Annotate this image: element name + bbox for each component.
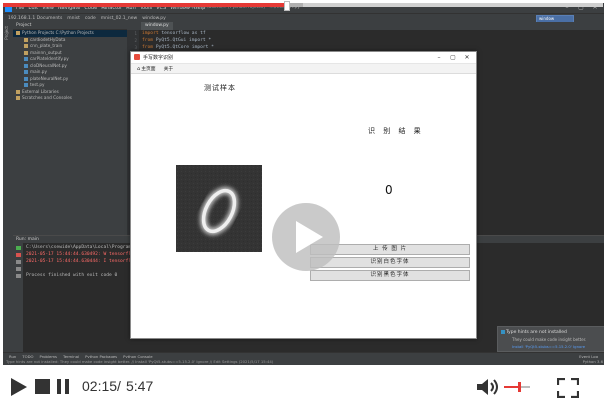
- code-keyword: from: [142, 38, 154, 43]
- code-keyword: import: [142, 31, 159, 36]
- app-title-bar: 手写数字识别 – ▢ ✕: [131, 52, 476, 64]
- folder-icon: [16, 31, 20, 35]
- python-file-icon: [24, 76, 28, 81]
- video-progress-fill: [3, 3, 287, 7]
- tree-item-label: External Libraries: [22, 88, 59, 94]
- folder-icon: [24, 50, 28, 55]
- project-tree: Python Projects C:\Python Projects cardio…: [13, 30, 127, 102]
- tree-item-label: main.py: [30, 69, 47, 74]
- minimize-icon[interactable]: –: [432, 52, 446, 63]
- code-text: tensorflow as tf: [158, 31, 206, 36]
- editor-tab-window-py[interactable]: window.py: [141, 22, 173, 30]
- video-progress-handle[interactable]: [284, 1, 291, 11]
- code-text: PyQt5.QtGui import *: [153, 38, 212, 43]
- pause-icon[interactable]: [57, 379, 69, 394]
- current-time: 02:15: [82, 378, 118, 394]
- breadcrumb-item[interactable]: code: [85, 16, 96, 21]
- project-panel-header[interactable]: Project: [13, 22, 127, 30]
- folder-icon: [16, 89, 20, 94]
- breadcrumb-item[interactable]: 192.168.1.1 Documents: [8, 16, 62, 21]
- play-overlay-icon[interactable]: [296, 221, 323, 253]
- stop-button-icon[interactable]: [35, 379, 50, 394]
- trash-icon[interactable]: [15, 274, 21, 278]
- folder-icon: [16, 96, 20, 100]
- status-bar: Type hints are not installed: They could…: [3, 358, 604, 365]
- time-separator: /: [117, 378, 121, 394]
- python-file-icon: [24, 63, 28, 68]
- tab-about-label: 关于: [163, 67, 174, 72]
- tab-about[interactable]: 关于: [162, 65, 176, 72]
- python-file-icon: [24, 70, 28, 74]
- volume-icon[interactable]: [476, 378, 502, 396]
- folder-icon: [24, 44, 28, 48]
- tree-item-label: test.py: [30, 82, 45, 87]
- maximize-icon[interactable]: ▢: [446, 52, 460, 63]
- tree-item-label: cardiodetHyData: [30, 36, 66, 42]
- status-message: Type hints are not installed: They could…: [6, 359, 274, 364]
- code-line: import tensorflow as tf: [139, 30, 604, 37]
- breadcrumb-item[interactable]: mnist_02.1_new: [101, 16, 137, 21]
- video-player-frame: File Edit View Navigate Code Refactor Ru…: [0, 0, 606, 413]
- project-tool-tab[interactable]: Project: [4, 26, 9, 40]
- run-toolbar: [13, 243, 23, 354]
- app-toolbar: ⌂ 主页面 关于: [131, 64, 476, 74]
- tree-item[interactable]: Scratches and Consoles: [13, 95, 127, 102]
- app-title: 手写数字识别: [143, 55, 174, 61]
- recognition-result-value: 0: [385, 183, 393, 197]
- home-icon: ⌂: [137, 65, 141, 72]
- close-icon[interactable]: ✕: [460, 52, 474, 63]
- tree-item-label: plateNeuralNet.py: [30, 75, 69, 81]
- volume-slider-handle[interactable]: [518, 382, 522, 392]
- app-window-controls: – ▢ ✕: [432, 52, 474, 63]
- play-icon[interactable]: [11, 378, 27, 396]
- python-file-icon: [24, 83, 28, 87]
- volume-slider-fill: [504, 386, 519, 388]
- tree-item-label: cloDNeuralNet.py: [30, 62, 67, 68]
- stop-icon[interactable]: [15, 253, 21, 257]
- recognize-white-font-button[interactable]: 识别白色字体: [310, 257, 470, 268]
- code-keyword: from: [142, 45, 154, 50]
- fullscreen-icon[interactable]: [556, 377, 580, 399]
- code-text: PyQt5.QtCore import *: [153, 45, 214, 50]
- info-icon: [501, 330, 505, 334]
- notification-body: They could make code insight better.: [512, 337, 587, 342]
- handwritten-zero-drawing: [176, 165, 262, 252]
- app-logo-icon: [134, 54, 140, 60]
- tree-item-label: carPlateIdentify.py: [30, 56, 69, 61]
- tree-item-label: cnn_plate_train: [30, 43, 63, 48]
- recognize-black-font-button[interactable]: 识别黑色字体: [310, 270, 470, 281]
- tree-item-label: Scratches and Consoles: [22, 95, 72, 100]
- tab-home-label: 主页面: [141, 67, 156, 72]
- type-hints-notification[interactable]: Type hints are not installed They could …: [497, 326, 604, 352]
- tree-item-label: Python Projects C:\Python Projects: [22, 30, 94, 35]
- breadcrumb-item[interactable]: mnist: [67, 16, 80, 21]
- breadcrumb-item[interactable]: window.py: [142, 16, 166, 21]
- notification-install-link[interactable]: Install 'PyQt5-stubs==5.15.2.0' Ignore: [512, 344, 604, 349]
- code-line: from PyQt5.QtCore import *: [139, 44, 604, 51]
- print-icon[interactable]: [15, 267, 21, 271]
- notification-title: Type hints are not installed: [506, 330, 567, 335]
- scroll-icon[interactable]: [15, 260, 21, 264]
- tree-item-label: mainnn_output: [30, 49, 62, 55]
- rerun-icon[interactable]: [15, 246, 21, 250]
- total-duration: 5:47: [126, 378, 154, 394]
- folder-icon: [24, 37, 28, 42]
- tab-home[interactable]: ⌂ 主页面: [135, 65, 158, 73]
- digit-recognition-window: 手写数字识别 – ▢ ✕ ⌂ 主页面 关于 测试样本 识 别 结 果 0 上 传…: [130, 51, 477, 339]
- interpreter-indicator[interactable]: Python 3.6: [583, 358, 603, 365]
- code-line: from PyQt5.QtGui import *: [139, 37, 604, 44]
- digit-sample-image: [176, 165, 262, 252]
- project-panel: Project Python Projects C:\Python Projec…: [13, 22, 127, 235]
- test-sample-label: 测试样本: [204, 84, 236, 92]
- recognition-result-label: 识 别 结 果: [368, 127, 424, 135]
- python-file-icon: [24, 57, 28, 61]
